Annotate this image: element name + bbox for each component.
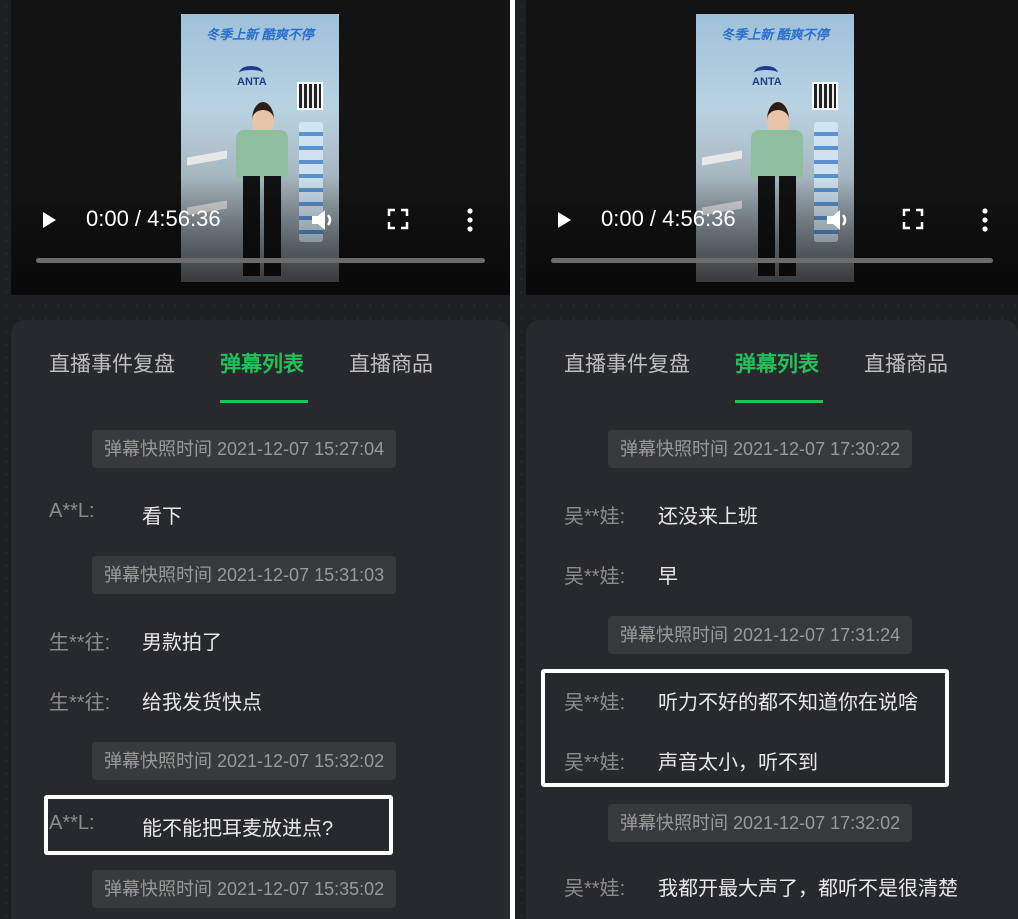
message-user: 生**往:	[49, 692, 111, 714]
presenter-body	[751, 130, 803, 178]
video-player[interactable]: 冬季上新 酷爽不停 ANTA 0:00 / 4:56:36	[526, 0, 1018, 295]
shoe-shelf	[702, 150, 742, 166]
snapshot-time-badge: 弹幕快照时间 2021-12-07 17:32:02	[608, 804, 913, 842]
message-text: 看下	[142, 506, 182, 528]
danmaku-card: 直播事件复盘 弹幕列表 直播商品 弹幕快照时间 2021-12-07 17:30…	[526, 320, 1018, 919]
play-icon[interactable]	[43, 212, 56, 228]
volume-icon[interactable]	[824, 206, 852, 234]
tab-live-event-review[interactable]: 直播事件复盘	[564, 348, 690, 378]
tab-live-event-review[interactable]: 直播事件复盘	[49, 348, 175, 378]
active-tab-indicator	[735, 400, 823, 403]
video-banner-text: 冬季上新 酷爽不停	[206, 27, 314, 42]
snapshot-time-badge: 弹幕快照时间 2021-12-07 17:30:22	[608, 430, 913, 468]
snapshot-time-badge: 弹幕快照时间 2021-12-07 15:27:04	[92, 430, 397, 468]
snapshot-time-badge: 弹幕快照时间 2021-12-07 15:32:02	[92, 742, 397, 780]
message-user: 吴**娃:	[564, 878, 626, 900]
play-icon[interactable]	[558, 212, 571, 228]
highlight-box	[541, 669, 949, 787]
qr-code-icon	[812, 82, 838, 110]
video-controls-shade	[11, 175, 510, 295]
video-player[interactable]: 冬季上新 酷爽不停 ANTA 0:00 / 4:56:36	[11, 0, 510, 295]
fullscreen-icon[interactable]	[902, 208, 924, 230]
progress-bar[interactable]	[36, 258, 485, 263]
tab-danmaku-list[interactable]: 弹幕列表	[735, 348, 819, 378]
snapshot-time-badge: 弹幕快照时间 2021-12-07 17:31:24	[608, 616, 913, 654]
tab-live-products[interactable]: 直播商品	[864, 348, 948, 378]
right-screenshot-panel: 冬季上新 酷爽不停 ANTA 0:00 / 4:56:36 直播事件复盘 弹幕列…	[515, 0, 1018, 919]
message-text: 给我发货快点	[142, 692, 262, 714]
volume-icon[interactable]	[309, 206, 337, 234]
time-display: 0:00 / 4:56:36	[601, 206, 736, 231]
message-user: 吴**娃:	[564, 566, 626, 588]
tab-bar: 直播事件复盘 弹幕列表 直播商品	[526, 348, 1018, 398]
message-text: 还没来上班	[658, 506, 758, 528]
brand-logo-text: ANTA	[752, 76, 782, 88]
tab-live-products[interactable]: 直播商品	[349, 348, 433, 378]
brand-logo-text: ANTA	[237, 76, 267, 88]
time-display: 0:00 / 4:56:36	[86, 206, 221, 231]
tab-bar: 直播事件复盘 弹幕列表 直播商品	[11, 348, 510, 398]
progress-bar[interactable]	[551, 258, 993, 263]
message-text: 早	[658, 566, 678, 588]
message-user: A**L:	[49, 500, 95, 522]
active-tab-indicator	[220, 400, 308, 403]
highlight-box	[44, 795, 393, 855]
fullscreen-icon[interactable]	[387, 208, 409, 230]
more-options-icon[interactable]	[980, 206, 990, 234]
message-text: 男款拍了	[142, 632, 222, 654]
snapshot-time-badge: 弹幕快照时间 2021-12-07 15:31:03	[92, 556, 397, 594]
tab-danmaku-list[interactable]: 弹幕列表	[220, 348, 304, 378]
message-text: 我都开最大声了，都听不是很清楚	[658, 878, 958, 900]
qr-code-icon	[297, 82, 323, 110]
video-banner-text: 冬季上新 酷爽不停	[721, 27, 829, 42]
more-options-icon[interactable]	[465, 206, 475, 234]
snapshot-time-badge: 弹幕快照时间 2021-12-07 15:35:02	[92, 870, 397, 908]
shoe-shelf	[187, 150, 227, 166]
message-user: 吴**娃:	[564, 506, 626, 528]
video-controls-shade	[526, 175, 1018, 295]
message-user: 生**往:	[49, 632, 111, 654]
left-screenshot-panel: 冬季上新 酷爽不停 ANTA 0:00 / 4:56:36 直播事件复盘 弹幕列…	[0, 0, 510, 919]
presenter-body	[236, 130, 288, 178]
